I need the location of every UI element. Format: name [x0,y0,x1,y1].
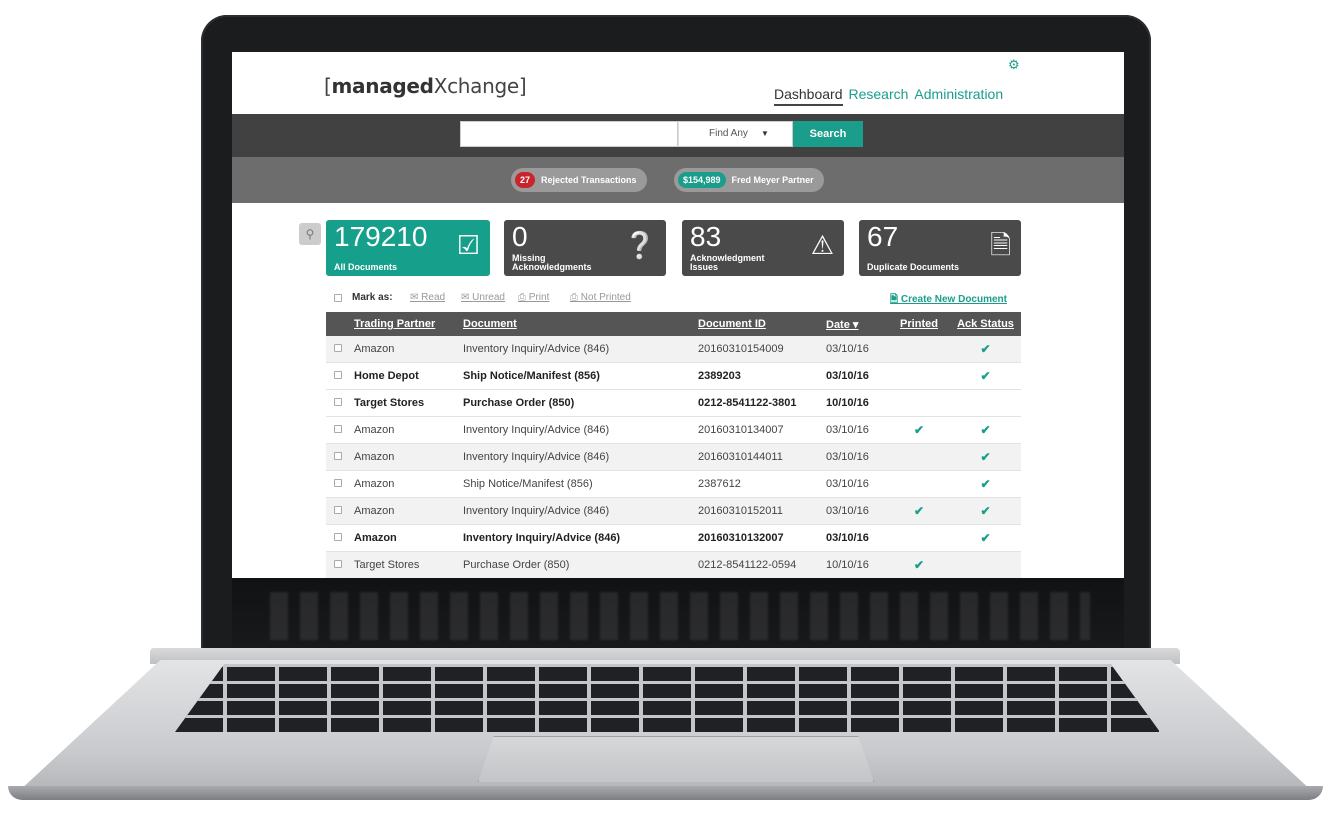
table-row[interactable]: Target Stores Purchase Order (850) 0212-85… [326,552,1021,578]
not-printed-link[interactable]: ⎙ Not Printed [570,292,631,303]
search-bar: Find Any ▼ Search [232,114,1124,157]
table-row[interactable]: Amazon Inventory Inquiry/Advice (846) 2016… [326,498,1021,525]
table-header: Trading Partner Document Document ID Dat… [326,312,1021,336]
tile-acknowledgment-issues[interactable]: 83 Acknowledgment Issues ⚠ [682,220,844,276]
nav-research[interactable]: Research [849,86,909,106]
screen: [managedXchange] ⚙ Dashboard Research Ad… [232,52,1124,578]
keyboard [175,664,1160,732]
print-link[interactable]: ⎙ Print [518,292,549,303]
select-all-checkbox[interactable] [334,294,342,302]
row-checkbox[interactable] [334,425,342,433]
tile-all-documents[interactable]: 179210 All Documents ☑ [326,220,490,276]
header-trading-partner[interactable]: Trading Partner [354,318,463,330]
header-ack-status[interactable]: Ack Status [950,318,1021,330]
search-input[interactable] [460,121,678,147]
document-icon: 🗎 [990,230,1011,260]
header-printed[interactable]: Printed [888,318,950,330]
rejected-count-badge: 27 [515,172,536,188]
rejected-transactions-pill[interactable]: 27 Rejected Transactions [511,168,647,192]
mark-unread-link[interactable]: ✉ Unread [461,292,505,303]
nav-dashboard[interactable]: Dashboard [774,86,843,106]
app-logo[interactable]: [managedXchange] [324,74,527,98]
documents-table: Trading Partner Document Document ID Dat… [326,312,1021,578]
header-document-id[interactable]: Document ID [698,318,826,330]
row-checkbox[interactable] [334,479,342,487]
gear-icon[interactable]: ⚙ [1008,58,1020,71]
tile-duplicate-documents[interactable]: 67 Duplicate Documents 🗎 [859,220,1021,276]
laptop-edge [8,786,1323,800]
check-icon: ☑ [456,230,480,260]
chevron-down-icon: ▼ [761,129,769,138]
app-header: [managedXchange] ⚙ Dashboard Research Ad… [232,52,1124,114]
row-checkbox[interactable] [334,371,342,379]
header-date[interactable]: Date ▾ [826,318,888,331]
keyboard-reflection [270,592,1090,640]
row-checkbox[interactable] [334,560,342,568]
table-row[interactable]: Target Stores Purchase Order (850) 0212-85… [326,390,1021,417]
row-checkbox[interactable] [334,533,342,541]
table-row[interactable]: Amazon Ship Notice/Manifest (856) 2387612 0… [326,471,1021,498]
create-new-document-link[interactable]: 🗎 Create New Document [890,292,1007,309]
table-row[interactable]: Amazon Inventory Inquiry/Advice (846) 2016… [326,444,1021,471]
find-type-select[interactable]: Find Any ▼ [678,121,793,147]
nav-administration[interactable]: Administration [914,86,1003,106]
alert-bar: 27 Rejected Transactions $154,989 Fred M… [232,157,1124,203]
header-document[interactable]: Document [463,318,698,330]
table-row[interactable]: Amazon Inventory Inquiry/Advice (846) 2016… [326,417,1021,444]
partner-pill[interactable]: $154,989 Fred Meyer Partner [674,168,824,192]
main-nav: Dashboard Research Administration [774,86,1003,106]
table-row[interactable]: Amazon Inventory Inquiry/Advice (846) 2016… [326,336,1021,363]
question-icon: ❔ [623,230,656,260]
row-checkbox[interactable] [334,344,342,352]
row-checkbox[interactable] [334,398,342,406]
warning-icon: ⚠ [810,230,834,260]
row-checkbox[interactable] [334,506,342,514]
document-toolbar: Mark as: ✉ Read ✉ Unread ⎙ Print ⎙ Not P… [326,286,1021,310]
row-checkbox[interactable] [334,452,342,460]
table-row[interactable]: Home Depot Ship Notice/Manifest (856) 2389… [326,363,1021,390]
mark-read-link[interactable]: ✉ Read [410,292,445,303]
key-icon[interactable]: ⚲ [299,223,321,245]
partner-amount-badge: $154,989 [678,172,726,188]
laptop-mockup: [managedXchange] ⚙ Dashboard Research Ad… [0,0,1331,814]
trackpad [478,736,874,782]
table-row[interactable]: Amazon Inventory Inquiry/Advice (846) 2016… [326,525,1021,552]
table-body: Amazon Inventory Inquiry/Advice (846) 2016… [326,336,1021,578]
tile-missing-acknowledgments[interactable]: 0 Missing Acknowledgments ❔ [504,220,666,276]
search-button[interactable]: Search [793,121,863,147]
